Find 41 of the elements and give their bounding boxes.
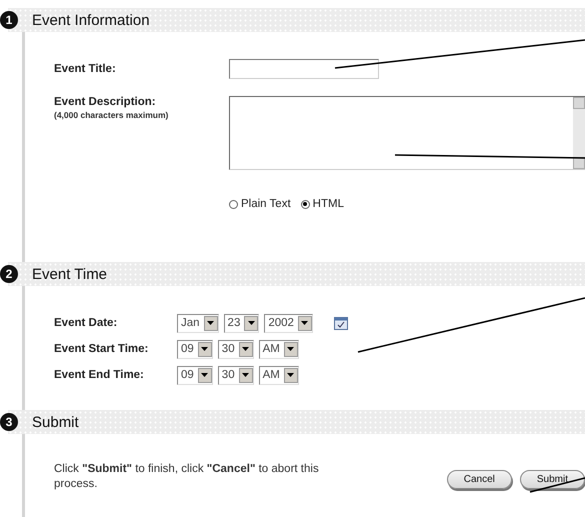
- step-number: 1: [0, 11, 18, 29]
- dropdown-arrow-icon: [287, 373, 294, 377]
- instruction-text: Click "Submit" to finish, click "Cancel" to abort this process.: [54, 462, 320, 492]
- dropdown[interactable]: 2002: [264, 314, 313, 332]
- dropdown[interactable]: Jan: [177, 314, 219, 332]
- dropdown-arrow-icon: [201, 347, 208, 351]
- field-label: Event Start Time:: [54, 343, 150, 355]
- radio-option[interactable]: Plain Text: [229, 198, 291, 210]
- dropdown[interactable]: 09: [177, 366, 213, 384]
- dropdown[interactable]: 30: [218, 340, 254, 358]
- field-label: Event Title:: [54, 63, 117, 75]
- dropdown-arrow-icon: [201, 373, 208, 377]
- calendar-icon[interactable]: [334, 316, 348, 330]
- field-label: Event Description:: [54, 96, 157, 108]
- input-field[interactable]: [229, 59, 379, 79]
- dropdown[interactable]: AM: [258, 366, 299, 384]
- dropdown[interactable]: 30: [218, 366, 254, 384]
- radio-button[interactable]: [300, 200, 310, 208]
- scrollbar[interactable]: [573, 97, 585, 169]
- dropdown-arrow-icon: [242, 347, 250, 351]
- radio-option[interactable]: HTML: [300, 198, 344, 210]
- action-button[interactable]: Submit: [520, 470, 585, 488]
- section-title: Event Information: [32, 12, 150, 28]
- step-number: 3: [0, 413, 18, 431]
- field-label: Event End Time:: [54, 369, 145, 381]
- field-label: Event Date:: [54, 317, 118, 329]
- section-title: Event Time: [32, 266, 108, 282]
- dropdown-arrow-icon: [207, 321, 214, 325]
- dropdown-arrow-icon: [301, 321, 308, 325]
- dropdown-arrow-icon: [287, 347, 294, 351]
- section-title: Submit: [32, 414, 79, 430]
- dropdown-arrow-icon: [242, 373, 250, 377]
- step-number: 2: [0, 265, 18, 283]
- text-area[interactable]: [229, 96, 585, 170]
- dropdown[interactable]: 09: [177, 340, 213, 358]
- action-button[interactable]: Cancel: [446, 470, 512, 488]
- dropdown-arrow-icon: [248, 321, 255, 325]
- dropdown[interactable]: AM: [258, 340, 299, 358]
- dropdown[interactable]: 23: [224, 314, 260, 332]
- radio-button[interactable]: [229, 200, 238, 208]
- field-hint: (4,000 characters maximum): [54, 110, 170, 120]
